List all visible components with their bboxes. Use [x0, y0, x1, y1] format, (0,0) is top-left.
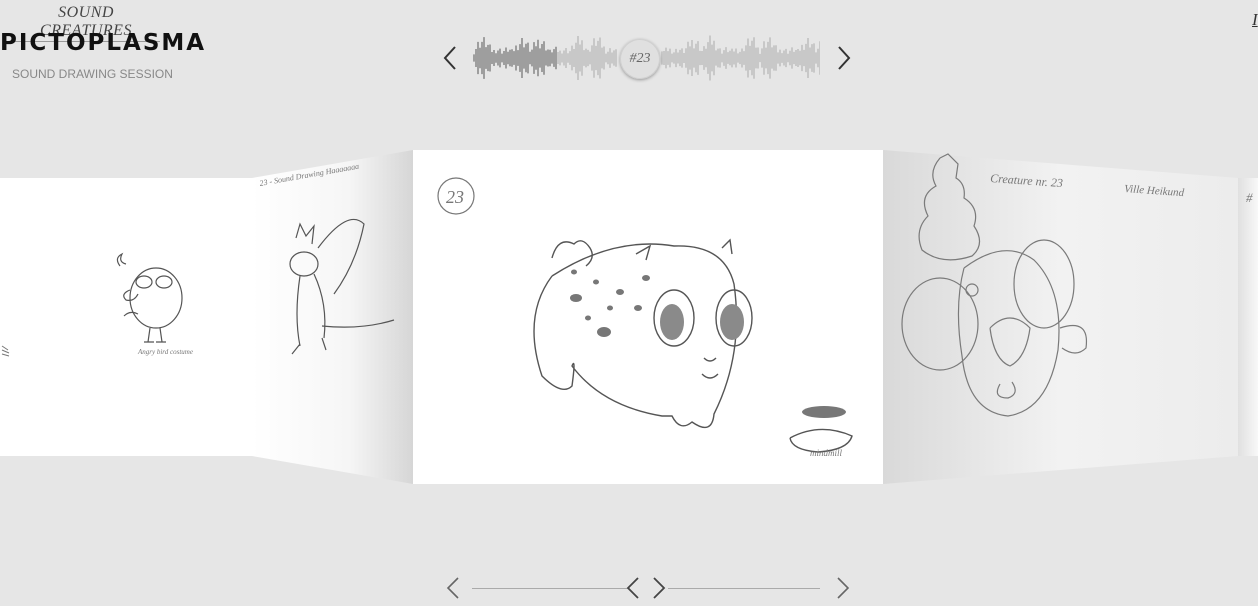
pictoplasma-brand: PICTOPLASMA: [0, 30, 207, 56]
drawing-number: 23: [446, 187, 464, 207]
drawing-card-left[interactable]: Angry bird costume: [55, 178, 255, 456]
chevron-left-icon: [443, 46, 456, 70]
scrubber-track-left[interactable]: [472, 588, 628, 589]
chevron-right-icon: [837, 577, 850, 599]
chevron-left-icon: [626, 577, 639, 599]
current-track-badge[interactable]: #23: [620, 39, 660, 79]
scrubber-track-right[interactable]: [668, 588, 820, 589]
chevron-right-icon: [653, 577, 666, 599]
site-logo[interactable]: SOUND CREATURES PICTOPLASMA SOUND DRAWIN…: [0, 4, 204, 81]
drawing-carousel[interactable]: Angry bird costume 23 - Sound Drawing Ha…: [0, 148, 1258, 488]
drawing-signature: mindmill: [810, 448, 843, 458]
drawing-card-far-left[interactable]: [0, 178, 60, 456]
scrub-forward-button[interactable]: [650, 576, 668, 600]
drawing-card-right[interactable]: Creature nr. 23 Ville Heikund: [883, 150, 1238, 484]
session-subtitle: SOUND DRAWING SESSION: [12, 67, 173, 81]
far-right-mark: #: [1246, 190, 1253, 205]
scrub-end-button[interactable]: [834, 576, 852, 600]
drawing-card-center[interactable]: 23 mindmill: [413, 150, 883, 484]
scrub-back-button[interactable]: [624, 576, 642, 600]
corner-menu-link[interactable]: I: [1252, 10, 1258, 30]
scrub-start-button[interactable]: [444, 576, 462, 600]
bird-caption: Angry bird costume: [137, 348, 193, 356]
previous-track-button[interactable]: [438, 43, 462, 73]
drawing-card-mid-left[interactable]: 23 - Sound Drawing Haaaaaaa: [252, 150, 413, 484]
drawing-card-far-right[interactable]: #: [1238, 178, 1258, 456]
chevron-left-icon: [446, 577, 459, 599]
next-track-button[interactable]: [832, 43, 856, 73]
chevron-right-icon: [838, 46, 851, 70]
